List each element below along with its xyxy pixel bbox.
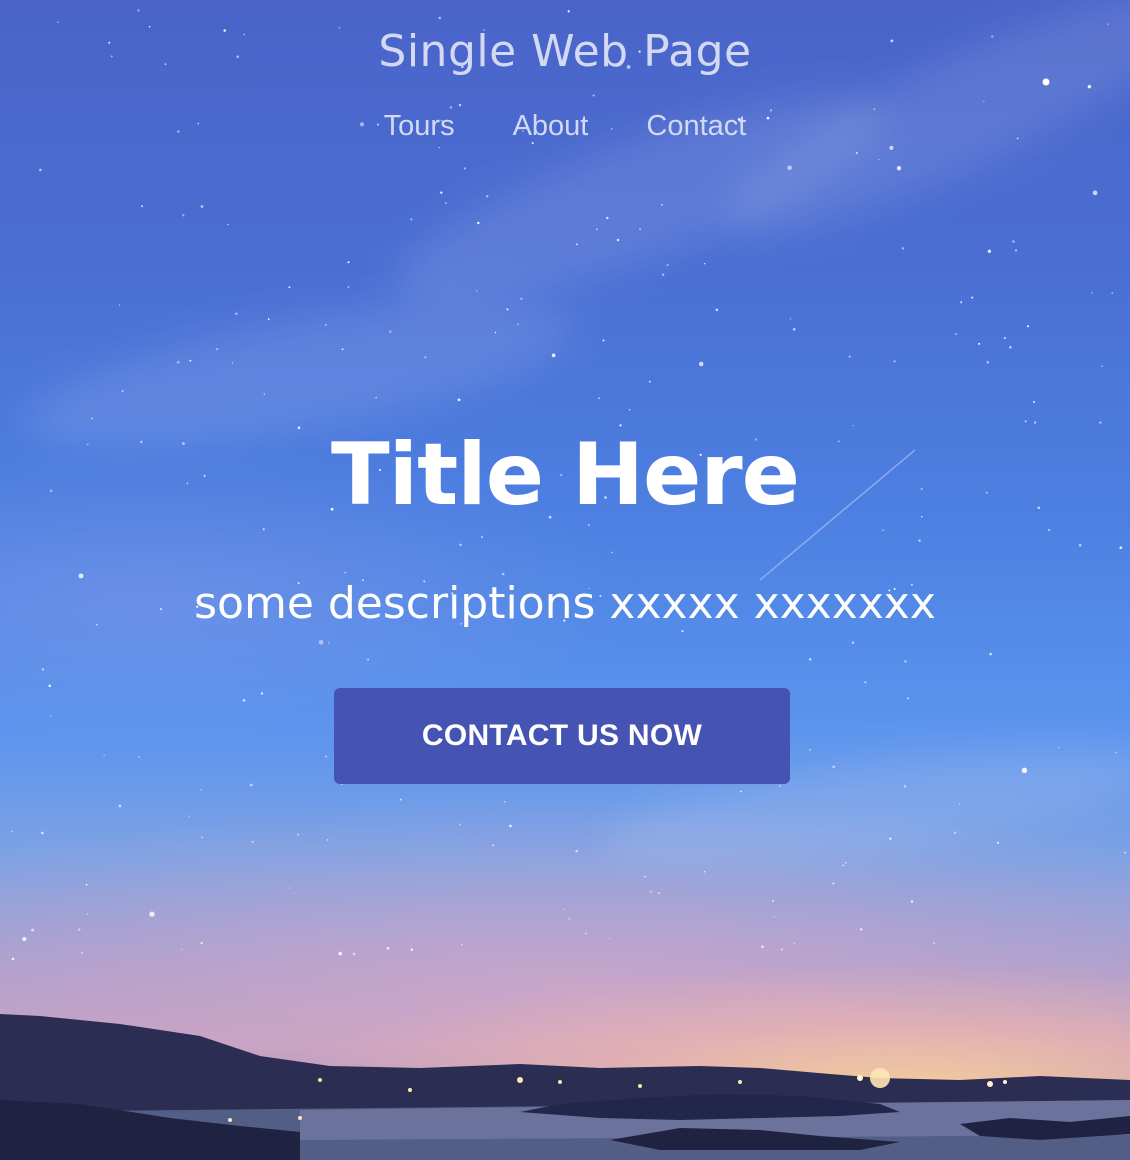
hero-description: some descriptions xxxxx xxxxxxx (194, 578, 936, 629)
main-nav: Tours About Contact (0, 110, 1130, 143)
hero-title: Title Here (330, 425, 800, 525)
nav-link-tours[interactable]: Tours (384, 110, 455, 143)
nav-link-about[interactable]: About (513, 110, 589, 143)
nav-link-contact[interactable]: Contact (646, 110, 746, 143)
contact-us-button[interactable]: CONTACT US NOW (334, 688, 790, 784)
site-title: Single Web Page (378, 26, 752, 77)
